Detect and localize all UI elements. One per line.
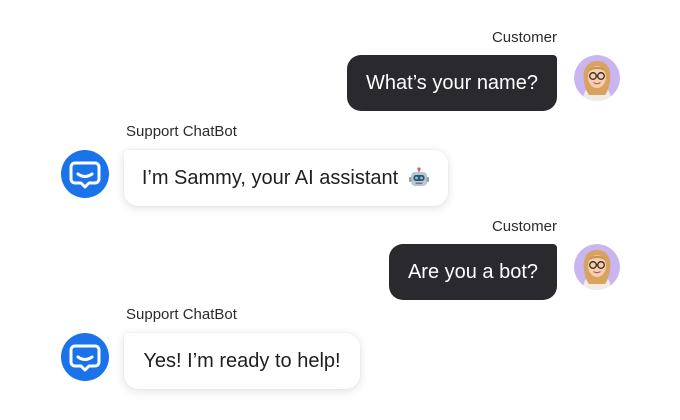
robot-face-icon xyxy=(408,167,430,189)
customer-message: What’s your name? xyxy=(347,55,557,111)
message-text: Yes! I’m ready to help! xyxy=(143,349,341,372)
sender-label: Support ChatBot xyxy=(126,123,237,140)
message-text: Are you a bot? xyxy=(407,260,539,283)
customer-avatar xyxy=(574,55,620,101)
customer-avatar xyxy=(574,244,620,290)
chat-bubble-icon xyxy=(61,333,109,381)
message-text: What’s your name? xyxy=(366,71,538,94)
chat-bubble-icon xyxy=(61,150,109,198)
bot-message: Yes! I’m ready to help! xyxy=(124,333,360,389)
sender-label: Support ChatBot xyxy=(126,306,237,323)
bot-message: I’m Sammy, your AI assistant xyxy=(124,150,448,206)
sender-label: Customer xyxy=(491,29,557,46)
message-text: I’m Sammy, your AI assistant xyxy=(141,166,399,189)
customer-message: Are you a bot? xyxy=(389,244,557,300)
sender-label: Customer xyxy=(491,218,557,235)
chat-conversation: Customer What’s your name? Support ChatB… xyxy=(0,0,680,420)
